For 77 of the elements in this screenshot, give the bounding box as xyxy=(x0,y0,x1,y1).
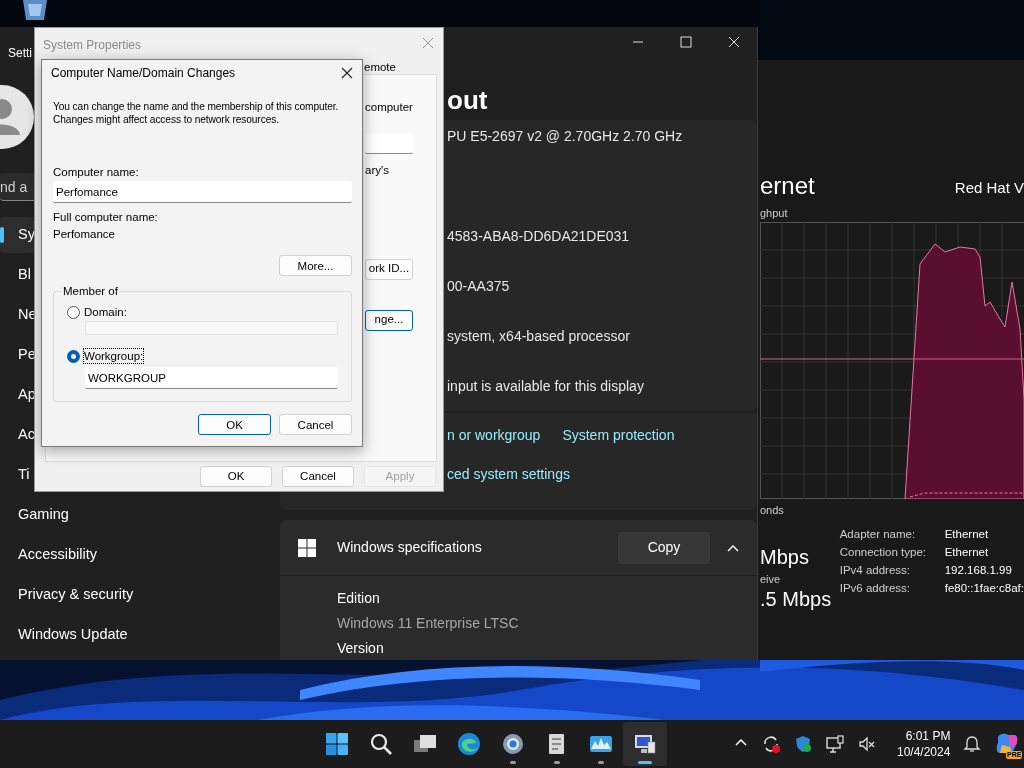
computer-name-field[interactable]: Perfomance xyxy=(53,181,352,203)
panel-title: ernet xyxy=(760,171,815,201)
detail-label: IPv4 address: xyxy=(839,562,912,578)
sync-icon[interactable] xyxy=(761,734,781,754)
nav-item[interactable]: Privacy & security xyxy=(0,577,274,613)
dialog-button[interactable]: Cancel xyxy=(279,414,352,435)
computer-icon xyxy=(633,732,657,756)
radio-button[interactable] xyxy=(67,305,80,319)
description-text: ary's xyxy=(365,163,390,179)
spec-value: PU E5-2697 v2 @ 2.70GHz 2.70 GHz xyxy=(447,126,684,146)
detail-value: Ethernet xyxy=(944,544,990,560)
close-icon[interactable] xyxy=(341,67,353,79)
field-value: Windows 11 Enterprise LTSC xyxy=(337,614,520,633)
detail-label: Connection type: xyxy=(839,544,927,560)
nav-item[interactable]: Gaming xyxy=(0,497,274,533)
send-speed: Mbps xyxy=(760,544,810,569)
spec-value: 00-AA375 xyxy=(447,276,511,296)
axis-label: onds xyxy=(760,503,785,518)
network-id-button[interactable]: ork ID... xyxy=(365,258,413,280)
copy-button[interactable]: Copy xyxy=(618,531,710,564)
detail-label: Adapter name: xyxy=(839,526,917,542)
dialog-button[interactable]: OK xyxy=(198,414,271,435)
adapter-name: Red Hat V xyxy=(954,177,1024,198)
windows-logo-icon xyxy=(298,538,316,557)
field-label: Version xyxy=(337,639,385,658)
detail-label: IPv6 address: xyxy=(839,580,912,596)
window-title: Setti xyxy=(8,45,32,62)
search-icon xyxy=(369,732,393,756)
change-button[interactable]: nge... xyxy=(365,309,413,331)
start-icon xyxy=(325,732,349,756)
description-text: You can change the name and the membership of this computer. Changes might affect access to network resources. xyxy=(53,100,340,126)
window-title: System Properties xyxy=(43,37,142,54)
taskbar-button[interactable] xyxy=(623,722,667,766)
recycle-bin-icon xyxy=(20,0,50,20)
nav-item[interactable]: Accessibility xyxy=(0,537,274,573)
receive-label: eive xyxy=(760,571,782,587)
spec-value: system, x64-based processor xyxy=(447,326,631,346)
detail-value: Ethernet xyxy=(944,526,990,542)
radio-label[interactable]: Domain: xyxy=(84,305,127,319)
spec-value: 4583-ABA8-DD6DA21DE031 xyxy=(447,226,631,246)
date-text: 10/4/2024 xyxy=(897,744,951,760)
link[interactable]: System protection xyxy=(562,425,675,446)
monitor-icon[interactable] xyxy=(825,734,845,754)
volume-muted-icon[interactable] xyxy=(857,734,877,754)
group-label: Member of xyxy=(62,284,119,298)
graph-label: ghput xyxy=(760,206,789,220)
text-field[interactable] xyxy=(365,134,413,155)
full-name-value: Perfomance xyxy=(53,227,116,241)
detail-value: fe80::1fae:c8af: xyxy=(944,580,1024,596)
dialog-title: Computer Name/Domain Changes xyxy=(51,66,236,80)
radio-label[interactable]: Workgroup: xyxy=(84,349,144,363)
page-heading: out xyxy=(447,84,489,117)
nav-item[interactable]: Windows Update xyxy=(0,617,274,653)
radio-button[interactable] xyxy=(67,349,80,363)
detail-value: 192.168.1.99 xyxy=(944,562,1013,578)
section-title: Windows specifications xyxy=(337,538,482,557)
time-text: 6:01 PM xyxy=(904,728,951,744)
chevron-up-icon[interactable] xyxy=(727,543,739,552)
maximize-icon[interactable] xyxy=(679,35,693,49)
dialog-button[interactable]: Cancel xyxy=(282,466,354,487)
field-label: Edition xyxy=(337,589,381,608)
tab[interactable]: emote xyxy=(364,61,396,73)
dialog-button[interactable]: OK xyxy=(200,466,272,487)
link[interactable]: ced system settings xyxy=(447,463,570,485)
bell-icon[interactable] xyxy=(962,734,983,754)
gear-icon xyxy=(501,732,525,756)
browser-icon xyxy=(457,732,481,756)
field-label: Full computer name: xyxy=(53,210,159,224)
receive-speed: .5 Mbps xyxy=(760,587,833,611)
description-text: computer xyxy=(365,100,414,115)
clock[interactable]: 6:01 PM 10/4/2024 xyxy=(897,728,951,760)
field-label: Computer name: xyxy=(53,165,140,179)
text-field[interactable]: WORKGROUP xyxy=(85,367,338,389)
spec-value: input is available for this display xyxy=(447,376,645,396)
link[interactable]: n or workgroup xyxy=(447,425,541,446)
shield-icon[interactable] xyxy=(793,734,813,754)
more-button[interactable]: More... xyxy=(279,255,352,276)
